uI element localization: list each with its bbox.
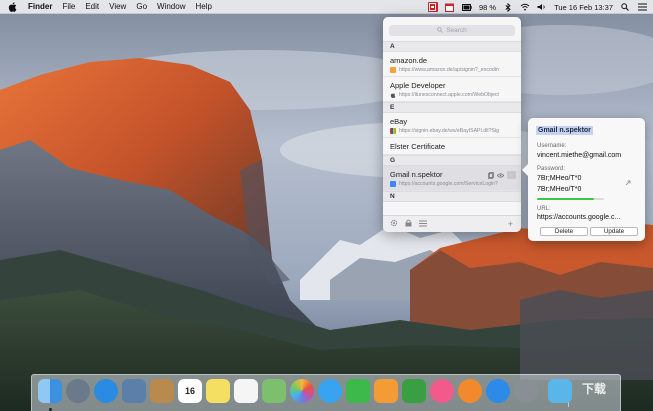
launchpad-icon[interactable] bbox=[66, 379, 90, 403]
menubar-clock[interactable]: Tue 16 Feb 13:37 bbox=[554, 3, 613, 12]
menu-file[interactable]: File bbox=[62, 2, 75, 11]
entry-title: Apple Developer bbox=[390, 81, 446, 90]
notification-center-icon[interactable] bbox=[637, 2, 647, 12]
google-icon bbox=[390, 181, 396, 187]
wifi-icon[interactable] bbox=[520, 2, 530, 12]
photo-icon[interactable] bbox=[122, 379, 146, 403]
menu-go[interactable]: Go bbox=[136, 2, 147, 11]
password-value[interactable]: 7Br;MHeo/T*0 bbox=[537, 175, 581, 182]
folder-icon[interactable] bbox=[548, 379, 572, 403]
spotlight-icon[interactable] bbox=[620, 2, 630, 12]
section-header-a: A bbox=[383, 41, 521, 52]
password-label: Password: bbox=[537, 166, 566, 172]
menu-bar: Finder File Edit View Go Window Help 98 … bbox=[0, 0, 653, 14]
apple-menu-icon[interactable] bbox=[8, 1, 20, 12]
reminders-icon[interactable] bbox=[234, 379, 258, 403]
finder-icon[interactable] bbox=[38, 379, 62, 403]
update-button[interactable]: Update bbox=[590, 227, 638, 236]
ebay-icon bbox=[390, 128, 396, 134]
entry-url: https://signin.ebay.de/ws/eBayISAPI.dll?… bbox=[399, 128, 499, 134]
section-header-e: E bbox=[383, 102, 521, 113]
battery-icon[interactable] bbox=[461, 2, 472, 12]
pages-icon[interactable] bbox=[374, 379, 398, 403]
copy-icon[interactable] bbox=[487, 171, 494, 179]
url-value[interactable]: https://accounts.google.c... bbox=[537, 214, 620, 221]
menu-edit[interactable]: Edit bbox=[85, 2, 99, 11]
safari-icon[interactable] bbox=[94, 379, 118, 403]
facetime-icon[interactable] bbox=[346, 379, 370, 403]
password-popover: Search A amazon.de https://www.amazon.de… bbox=[383, 17, 521, 232]
list-item-apple-developer[interactable]: Apple Developer https://itunesconnect.ap… bbox=[383, 77, 521, 102]
ibooks-icon[interactable] bbox=[458, 379, 482, 403]
system-preferences-icon[interactable] bbox=[514, 379, 538, 403]
messages-icon[interactable] bbox=[318, 379, 342, 403]
detail-title[interactable]: Gmail n.spektor bbox=[536, 126, 593, 135]
bluetooth-icon[interactable] bbox=[503, 2, 513, 12]
search-placeholder: Search bbox=[446, 27, 467, 34]
expand-icon[interactable] bbox=[625, 180, 631, 188]
list-item-elster-certificate[interactable]: Elster Certificate bbox=[383, 138, 521, 155]
numbers-icon[interactable] bbox=[402, 379, 426, 403]
app-store-icon[interactable] bbox=[486, 379, 510, 403]
watermark-text: 下载 bbox=[582, 382, 607, 396]
itunes-icon[interactable] bbox=[430, 379, 454, 403]
lock-icon[interactable] bbox=[405, 219, 412, 229]
list-item-ebay[interactable]: eBay https://signin.ebay.de/ws/eBayISAPI… bbox=[383, 113, 521, 138]
apple-icon bbox=[390, 92, 396, 98]
popover-footer: + bbox=[383, 215, 521, 232]
password-confirm-value[interactable]: 7Br;MHeo/T*0 bbox=[537, 186, 581, 193]
photos-icon[interactable] bbox=[290, 379, 314, 403]
delete-button[interactable]: Delete bbox=[540, 227, 588, 236]
notes-icon[interactable] bbox=[206, 379, 230, 403]
password-strength-fill bbox=[537, 198, 594, 200]
contacts-icon[interactable] bbox=[150, 379, 174, 403]
username-label: Username: bbox=[537, 143, 567, 149]
entry-title: eBay bbox=[390, 117, 408, 126]
volume-icon[interactable] bbox=[537, 2, 547, 12]
section-header-n: N bbox=[383, 191, 521, 202]
menu-view[interactable]: View bbox=[109, 2, 126, 11]
dock: 16 bbox=[31, 374, 621, 411]
battery-percent: 98 % bbox=[478, 2, 497, 12]
entry-url: https://accounts.google.com/ServiceLogin… bbox=[399, 181, 498, 187]
password-manager-icon[interactable] bbox=[427, 2, 438, 12]
section-header-g: G bbox=[383, 155, 521, 166]
search-field[interactable]: Search bbox=[389, 25, 515, 36]
search-icon bbox=[437, 26, 443, 35]
settings-icon[interactable] bbox=[390, 219, 398, 229]
entry-url: https://www.amazon.de/ap/signin?_encodin bbox=[399, 67, 499, 73]
username-value[interactable]: vincent.miethe@gmail.com bbox=[537, 152, 621, 159]
entry-title: amazon.de bbox=[390, 56, 428, 65]
eye-icon[interactable] bbox=[497, 172, 504, 179]
list-item-gmail[interactable]: Gmail n.spektor https://accounts.google.… bbox=[383, 166, 521, 191]
open-url-button[interactable] bbox=[507, 171, 516, 179]
calendar-icon[interactable] bbox=[445, 2, 455, 12]
amazon-icon bbox=[390, 67, 396, 73]
menu-help[interactable]: Help bbox=[195, 2, 211, 11]
url-label: URL: bbox=[537, 206, 551, 212]
maps-icon[interactable] bbox=[262, 379, 286, 403]
calendar-icon[interactable]: 16 bbox=[178, 379, 202, 403]
entry-url: https://itunesconnect.apple.com/WebObjec… bbox=[399, 92, 499, 98]
menu-window[interactable]: Window bbox=[157, 2, 185, 11]
entry-detail-panel: Gmail n.spektor Username: vincent.miethe… bbox=[522, 118, 645, 241]
list-item-amazon[interactable]: amazon.de https://www.amazon.de/ap/signi… bbox=[383, 52, 521, 77]
list-icon[interactable] bbox=[419, 220, 427, 229]
add-entry-button[interactable]: + bbox=[508, 219, 513, 229]
password-strength-bar bbox=[537, 198, 604, 200]
menu-app-name[interactable]: Finder bbox=[28, 2, 52, 11]
entry-title: Elster Certificate bbox=[390, 142, 446, 151]
